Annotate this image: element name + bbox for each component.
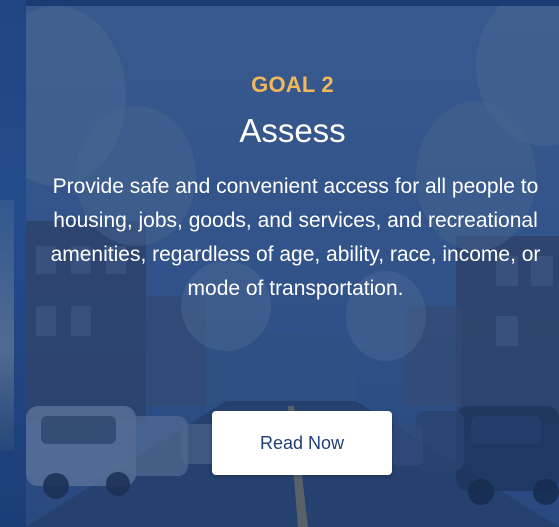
page: GOAL 2 Assess Provide safe and convenien… bbox=[0, 0, 559, 527]
goal-card: GOAL 2 Assess Provide safe and convenien… bbox=[26, 6, 559, 527]
goal-number-label: GOAL 2 bbox=[251, 72, 334, 97]
read-now-button[interactable]: Read Now bbox=[212, 411, 392, 475]
goal-description: Provide safe and convenient access for a… bbox=[50, 175, 541, 300]
goal-title: Assess bbox=[239, 112, 346, 149]
adjacent-card-edge bbox=[0, 0, 26, 527]
adjacent-card-photo bbox=[0, 200, 14, 450]
